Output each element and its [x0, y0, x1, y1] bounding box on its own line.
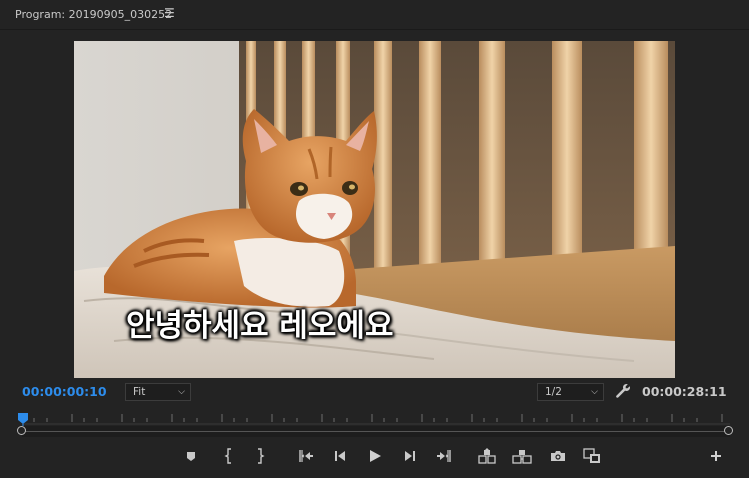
zoom-level-select[interactable]: Fit ⌵ [125, 383, 191, 401]
chevron-down-icon: ⌵ [178, 387, 185, 397]
extract-icon[interactable] [510, 444, 534, 468]
lift-icon[interactable] [475, 444, 499, 468]
comparison-view-icon[interactable] [580, 444, 604, 468]
wrench-icon[interactable] [614, 382, 632, 400]
panel-header: Program: 20190905_030252 ☰ [0, 0, 749, 30]
header-divider [0, 29, 749, 30]
video-subtitle: 안녕하세요 레오에요 [126, 308, 394, 344]
panel-title: Program: 20190905_030252 [15, 8, 173, 21]
zoom-handle-right[interactable] [724, 426, 733, 435]
step-back-icon[interactable] [328, 444, 352, 468]
playback-resolution-value: 1/2 [545, 386, 562, 398]
step-forward-icon[interactable] [398, 444, 422, 468]
export-frame-icon[interactable] [546, 444, 570, 468]
go-to-in-icon[interactable] [294, 444, 318, 468]
zoom-scroll-track-line [22, 431, 730, 432]
time-ruler[interactable] [22, 408, 730, 428]
chevron-down-icon: ⌵ [591, 387, 598, 397]
play-icon[interactable] [363, 444, 387, 468]
add-marker-icon[interactable] [179, 444, 203, 468]
zoom-handle-left[interactable] [17, 426, 26, 435]
playback-resolution-select[interactable]: 1/2 ⌵ [537, 383, 604, 401]
button-editor-icon[interactable] [704, 444, 728, 468]
hamburger-menu-icon[interactable]: ☰ [164, 6, 175, 20]
duration-timecode: 00:00:28:11 [642, 384, 727, 399]
mark-out-icon[interactable] [248, 444, 272, 468]
mark-in-icon[interactable] [217, 444, 241, 468]
program-monitor-video[interactable]: 안녕하세요 레오에요 [74, 41, 675, 378]
transport-controls [0, 444, 749, 468]
zoom-level-value: Fit [133, 386, 146, 398]
current-timecode[interactable]: 00:00:00:10 [22, 384, 107, 399]
playhead-marker[interactable] [17, 411, 29, 426]
go-to-out-icon[interactable] [432, 444, 456, 468]
